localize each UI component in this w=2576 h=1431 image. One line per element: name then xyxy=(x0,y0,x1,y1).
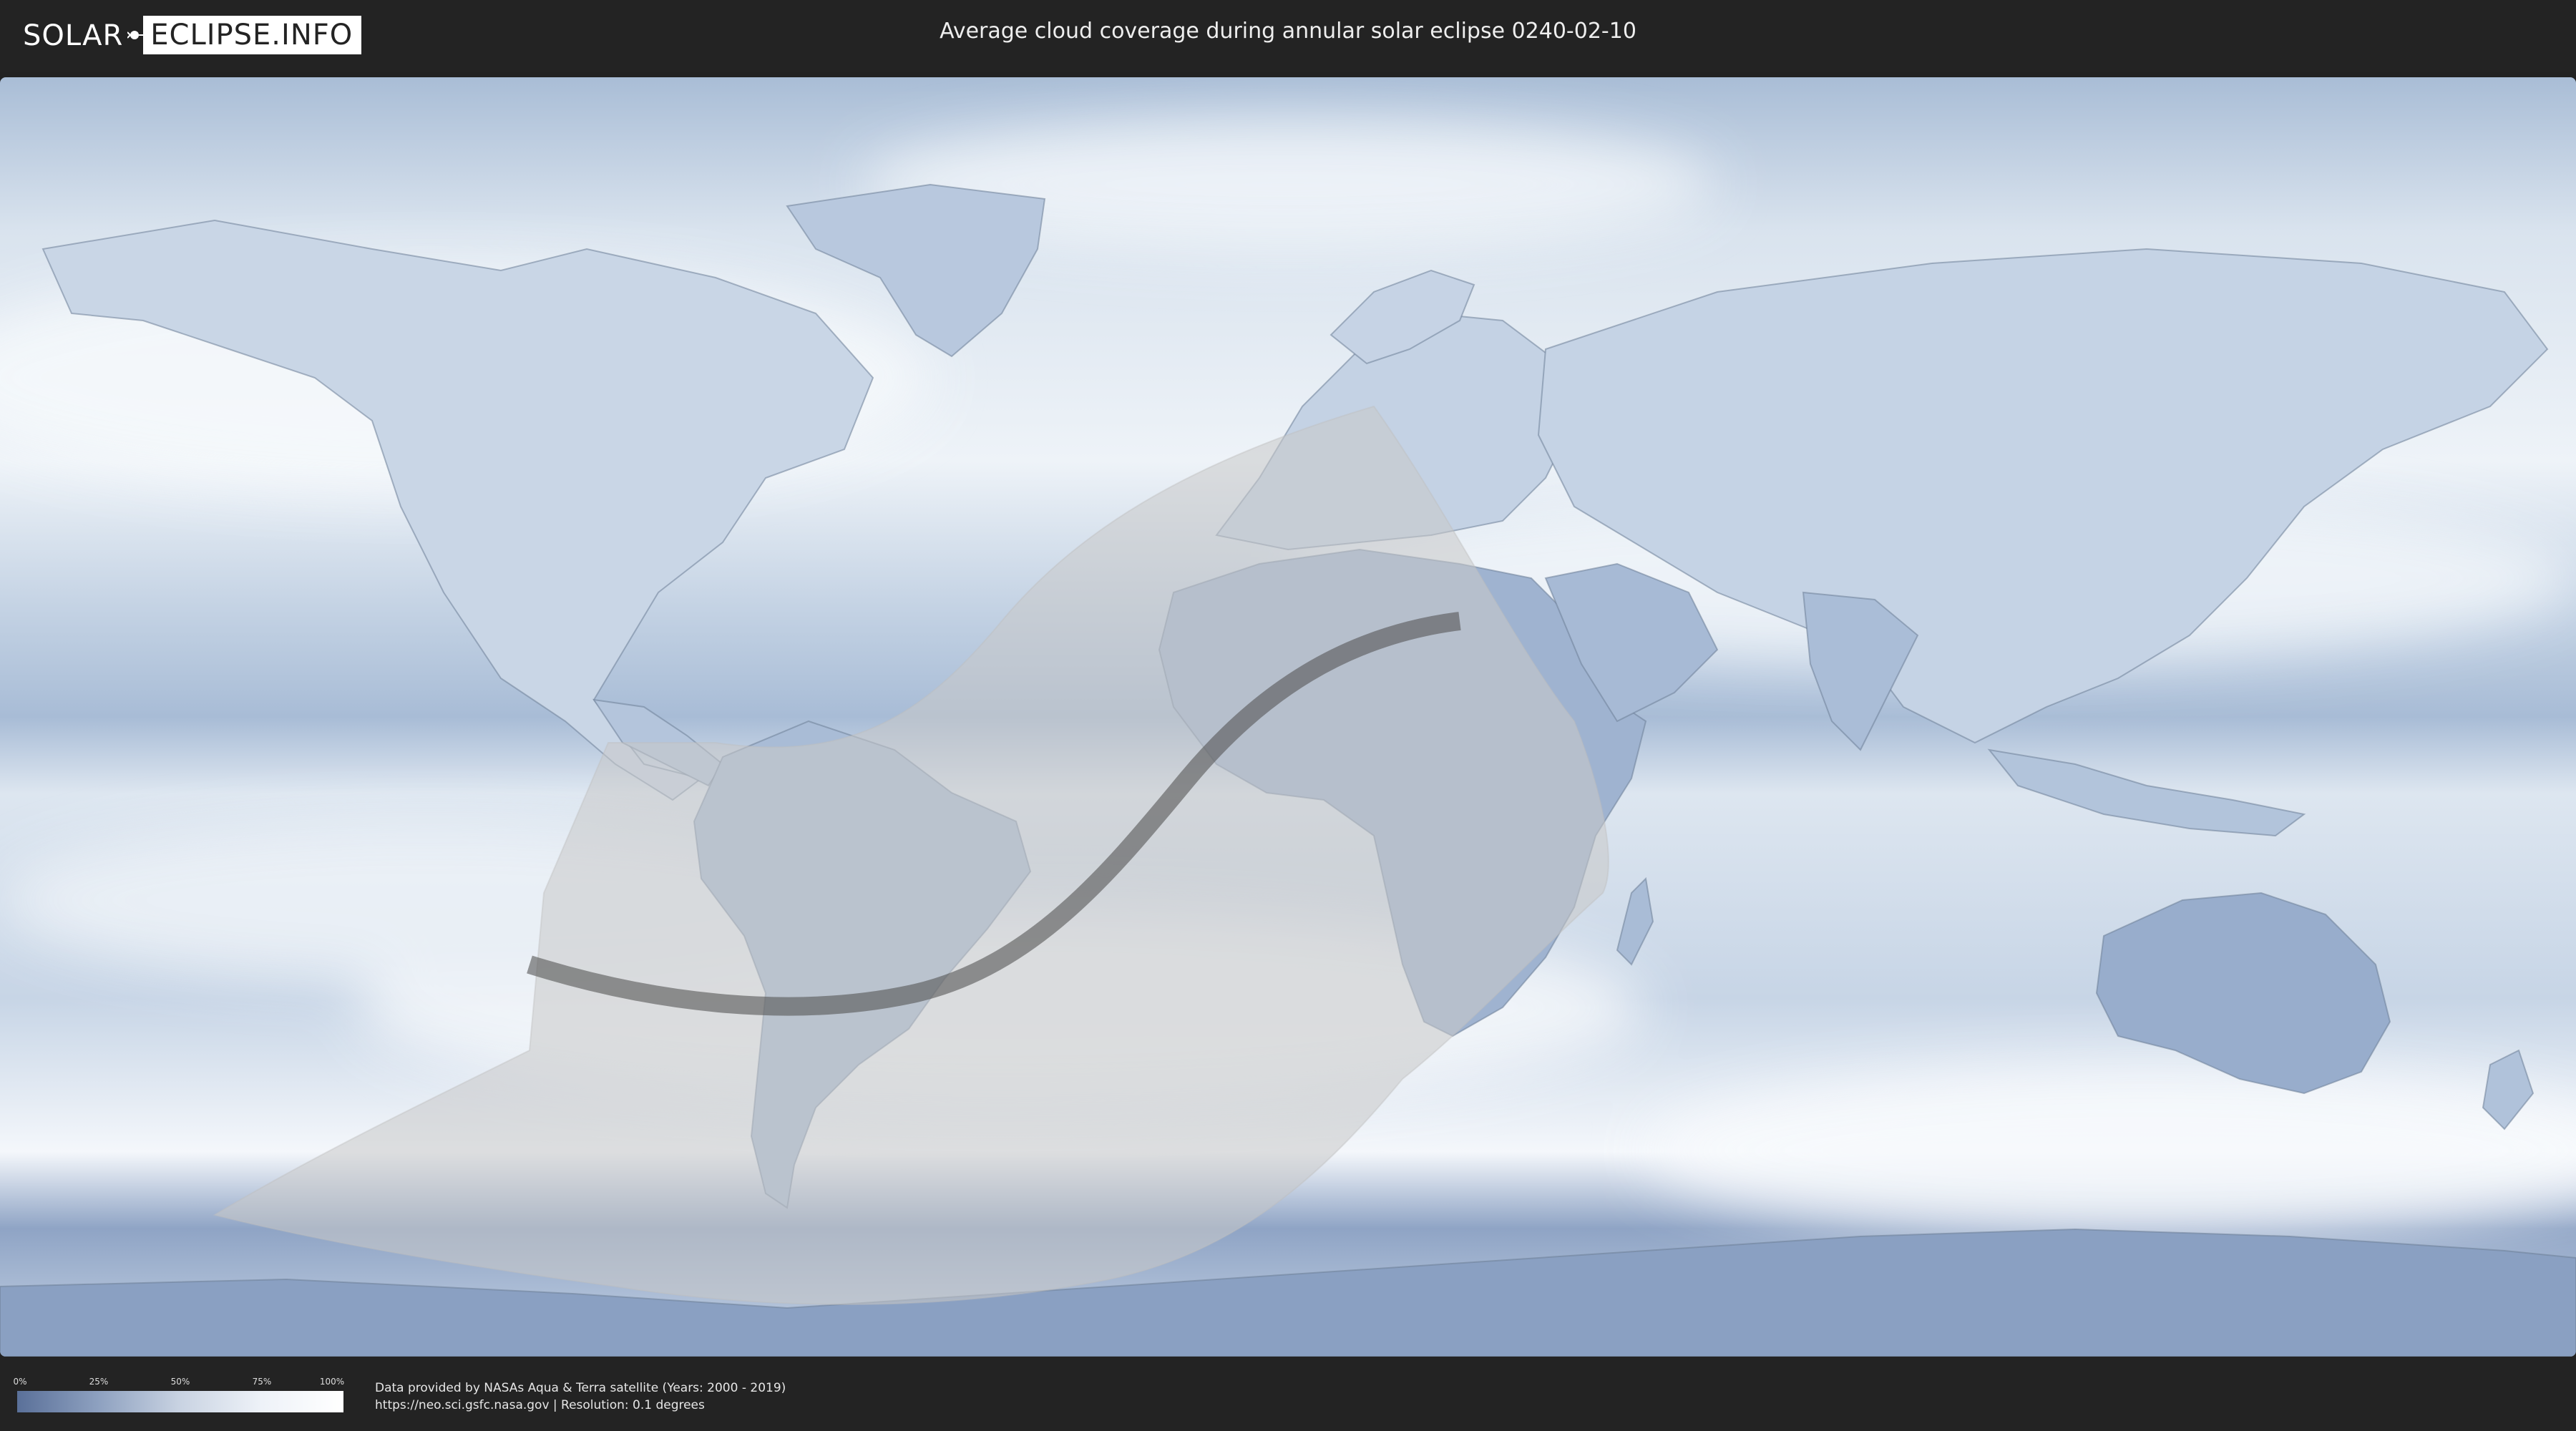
data-credit-line: Data provided by NASAs Aqua & Terra sate… xyxy=(375,1381,786,1395)
source-line[interactable]: https://neo.sci.gsfc.nasa.gov | Resoluti… xyxy=(375,1397,786,1414)
page-title: Average cloud coverage during annular so… xyxy=(940,19,1636,44)
data-credits: Data provided by NASAs Aqua & Terra sate… xyxy=(375,1379,786,1414)
cloud-coverage-legend-bar xyxy=(17,1391,343,1412)
legend-tick: 0% xyxy=(13,1377,27,1387)
cloud-coverage-map[interactable] xyxy=(0,77,2576,1357)
legend-tick: 75% xyxy=(252,1377,272,1387)
legend-tick: 100% xyxy=(319,1377,345,1387)
legend-tick: 50% xyxy=(170,1377,190,1387)
header-bar: SOLAR ECLIPSE.INFO Average cloud coverag… xyxy=(0,0,2576,72)
legend-tick-labels: 0% 25% 50% 75% 100% xyxy=(13,1377,345,1388)
legend-tick: 25% xyxy=(89,1377,109,1387)
